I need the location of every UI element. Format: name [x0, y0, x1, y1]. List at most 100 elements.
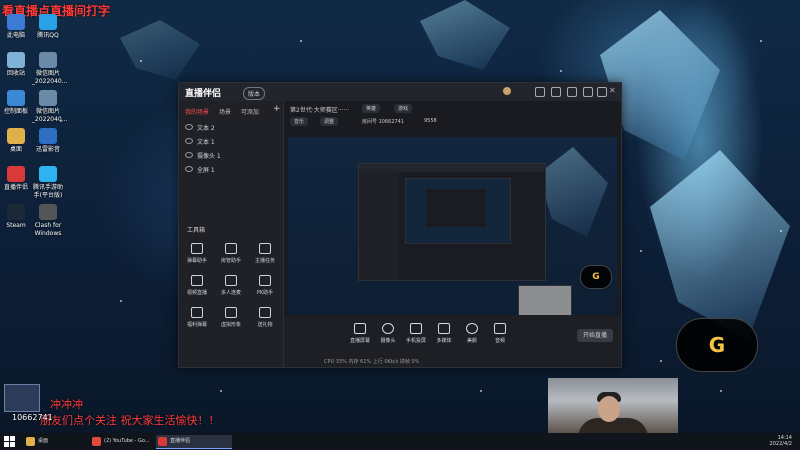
skin-icon[interactable] [551, 87, 561, 97]
nested-g-badge: G [580, 265, 612, 289]
app-icon [39, 204, 57, 220]
desktop-icon-label: 腾讯手游助手(平台版) [32, 184, 63, 199]
desktop-icon-label: 此电脑 [6, 32, 25, 39]
tab-addable[interactable]: 可添加 [241, 109, 259, 116]
desktop-icon-label: 微信图片_2022040... [32, 108, 68, 123]
tag-pill[interactable]: 调整 [320, 117, 339, 126]
eye-icon[interactable] [185, 152, 193, 158]
desktop-icon[interactable]: Clash for Windows [32, 204, 64, 238]
desktop-icon-label: 桌面 [9, 146, 22, 153]
settings-icon[interactable] [567, 87, 577, 97]
tool-task[interactable]: 主播任务 [251, 243, 279, 264]
chat-icon [191, 243, 203, 254]
stream-preview[interactable]: G [288, 137, 617, 333]
app-logo: 直播伴侣 [185, 89, 222, 99]
camera-icon [382, 323, 394, 334]
tab-scene[interactable]: 场景 [219, 109, 231, 116]
tag-pill[interactable]: 音乐 [290, 117, 309, 126]
add-camera-button[interactable]: 摄像头 [374, 323, 402, 344]
phone-cast-button[interactable]: 手机投屏 [402, 323, 430, 344]
desktop-icon[interactable]: 直播伴侣 [0, 166, 32, 192]
monitor-icon [354, 323, 366, 334]
desktop-icon[interactable]: 桌面 [0, 128, 32, 154]
tool-multi-mic[interactable]: 多人连麦 [217, 275, 245, 296]
desktop-icon[interactable]: 微信图片_2022040... [32, 90, 68, 124]
app-icon [39, 90, 57, 106]
version-badge[interactable]: 版本 [243, 87, 266, 100]
source-toolbar: 直播屏幕 摄像头 手机投屏 多媒体 美颜 音频 开始直播 CPU 33% 内存 … [284, 315, 621, 367]
tool-welfare[interactable]: 福利弹幕 [183, 307, 211, 328]
category-pill[interactable]: 游戏 [394, 104, 413, 113]
tool-danmaku[interactable]: 弹幕助手 [183, 243, 211, 264]
taskbar-item-browser[interactable]: (2) YouTube - Go... [90, 435, 166, 448]
desktop-icon-label: 直播伴侣 [3, 184, 28, 191]
tool-video[interactable]: 视频直播 [183, 275, 211, 296]
eye-icon[interactable] [185, 138, 193, 144]
desktop-icon[interactable]: Steam [0, 204, 32, 230]
tab-my-scene[interactable]: 我的场景 [185, 109, 209, 116]
desktop-icon[interactable]: 微信图片_2022040... [32, 52, 68, 86]
gift-icon [191, 307, 203, 318]
scene-tabs: 我的场景 场景 可添加 [185, 107, 267, 116]
chrome-icon [92, 437, 101, 446]
windows-start-icon[interactable] [4, 436, 16, 447]
start-live-button[interactable]: 开始直播 [577, 329, 613, 342]
desktop-icon-label: Clash for Windows [34, 222, 62, 237]
desktop-icon[interactable]: 腾讯手游助手(平台版) [32, 166, 64, 200]
beauty-button[interactable]: 美颜 [458, 323, 486, 344]
add-screen-button[interactable]: 直播屏幕 [346, 323, 374, 344]
tool-gift[interactable]: 送礼物 [251, 307, 279, 328]
eye-icon[interactable] [185, 124, 193, 130]
add-icon[interactable]: + [273, 104, 281, 114]
system-clock[interactable]: 14:14 2022/4/2 [770, 435, 792, 447]
live-companion-window: 直播伴侣 版本 ✕ 我的场景 场景 可添加 + 文本 2 文本 1 摄像头 1 … [178, 82, 622, 368]
video-icon [191, 275, 203, 286]
minimize-icon[interactable] [583, 87, 593, 97]
wallpaper-crystal [120, 20, 200, 80]
wallpaper-crystal [650, 150, 790, 340]
wallpaper-crystal [420, 0, 510, 70]
desktop-icon[interactable]: 迅雷影音 [32, 128, 64, 154]
scene-item[interactable]: 摄像头 1 [185, 151, 221, 160]
desktop-icon-label: 迅雷影音 [35, 146, 60, 153]
app-icon [39, 128, 57, 144]
user-icon [225, 243, 237, 254]
app-icon [7, 128, 25, 144]
audio-button[interactable]: 音频 [486, 323, 514, 344]
app-icon [7, 204, 25, 220]
tool-room-manager[interactable]: 房管助手 [217, 243, 245, 264]
plus-icon [259, 275, 271, 286]
desktop-icon[interactable]: 控制面板 [0, 90, 32, 116]
maximize-icon[interactable] [597, 87, 607, 97]
app-icon [39, 52, 57, 68]
eye-icon[interactable] [185, 166, 193, 172]
close-icon[interactable]: ✕ [609, 87, 617, 95]
live-app-icon [158, 437, 167, 446]
g-badge-icon: G [676, 318, 758, 372]
speaker-icon [494, 323, 506, 334]
desktop-icon[interactable]: 回收站 [0, 52, 32, 78]
taskbar-item-live-companion[interactable]: 直播伴侣 [156, 435, 232, 449]
desktop-icon-label: 控制面板 [3, 108, 28, 115]
scene-panel: 我的场景 场景 可添加 + 文本 2 文本 1 摄像头 1 全屏 1 工具箱 弹… [179, 101, 284, 367]
tool-avatar[interactable]: 虚拟形象 [217, 307, 245, 328]
tool-pk[interactable]: PK助手 [251, 275, 279, 296]
box-icon [259, 307, 271, 318]
desktop-icon-label: 微信图片_2022040... [32, 70, 68, 85]
desktop-icon[interactable]: 腾讯QQ [32, 14, 64, 40]
message-icon[interactable] [535, 87, 545, 97]
app-icon [7, 90, 25, 106]
media-button[interactable]: 多媒体 [430, 323, 458, 344]
scene-item[interactable]: 全屏 1 [185, 165, 215, 174]
desktop-icon[interactable]: 此电脑 [0, 14, 32, 40]
desktop-icon-label: 回收站 [6, 70, 25, 77]
avatar[interactable] [503, 87, 511, 95]
category-pill[interactable]: 英雄 [362, 104, 381, 113]
play-icon [438, 323, 450, 334]
scene-item[interactable]: 文本 2 [185, 123, 215, 132]
status-line: CPU 33% 内存 61% 上行 0Kb/s 掉帧 0% [324, 359, 420, 365]
chat-room-id: 10662741 [12, 413, 53, 422]
chat-line: 冲冲冲 [50, 398, 83, 411]
scene-item[interactable]: 文本 1 [185, 137, 215, 146]
taskbar-item-desktop[interactable]: 桌面 [24, 435, 100, 448]
